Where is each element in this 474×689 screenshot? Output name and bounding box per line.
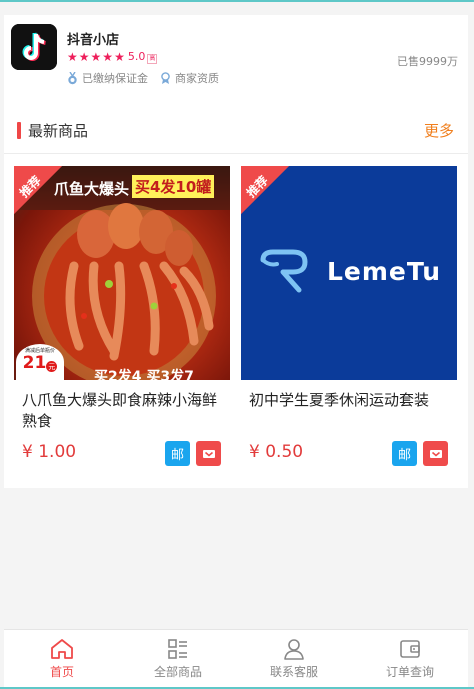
free-shipping-badge: 邮 (165, 441, 190, 466)
star-icon: ★ (102, 50, 114, 64)
recommend-label: 推荐 (16, 173, 44, 201)
product-card[interactable]: 爪鱼大爆头 买4发10罐 满减后单瓶价 21 元 买2发4 买3发7 推荐 八爪… (14, 166, 230, 476)
recommend-ribbon: 推荐 (241, 166, 305, 230)
product-card[interactable]: LemeTu 推荐 初中学生夏季休闲运动套装 ¥ 0.50 邮 (241, 166, 457, 476)
wallet-icon (400, 640, 420, 658)
price-badge-unit: 元 (46, 361, 58, 372)
deposit-label: 已缴纳保证金 (82, 72, 148, 85)
page: 抖音小店 ★ ★ ★ ★ ★ 5.0 高 已缴纳保证金 商家资质 已售9999万… (0, 2, 474, 687)
nav-item-home[interactable]: 首页 (4, 630, 120, 687)
image-bottom-text: 买2发4 买3发7 (94, 369, 194, 380)
nav-label: 订单查询 (385, 665, 434, 679)
product-title[interactable]: 初中学生夏季休闲运动套装 (249, 390, 453, 411)
star-icon: ★ (90, 50, 102, 64)
nav-item-all-products[interactable]: 全部商品 (120, 630, 236, 687)
section-title: 最新商品 (28, 122, 89, 140)
nav-label: 首页 (49, 665, 74, 679)
recommend-ribbon: 推荐 (14, 166, 78, 230)
star-icon: ★ (67, 50, 78, 64)
tiktok-logo-icon (11, 24, 57, 70)
nav-label: 联系客服 (269, 665, 318, 679)
price-badge-value: 21 (22, 353, 47, 373)
nav-item-customer-service[interactable]: 联系客服 (236, 630, 352, 687)
product-title[interactable]: 八爪鱼大爆头即食麻辣小海鲜熟食 (22, 390, 226, 432)
shop-name: 抖音小店 (67, 33, 120, 48)
qualification-label: 商家资质 (175, 72, 219, 85)
nav-item-order-query[interactable]: 订单查询 (352, 630, 468, 687)
product-image[interactable]: 爪鱼大爆头 买4发10罐 满减后单瓶价 21 元 买2发4 买3发7 推荐 (14, 166, 230, 380)
home-icon (51, 639, 73, 659)
nav-label: 全部商品 (153, 665, 202, 679)
qualification-badge[interactable]: 商家资质 (160, 70, 219, 86)
add-to-cart-button[interactable] (196, 441, 221, 466)
shop-badges: 已缴纳保证金 商家资质 (67, 70, 231, 86)
recommend-label: 推荐 (243, 173, 271, 201)
latest-products-header: 最新商品 更多 (4, 114, 468, 154)
add-to-cart-button[interactable] (423, 441, 448, 466)
shop-rating: ★ ★ ★ ★ ★ 5.0 高 (67, 50, 158, 64)
more-link[interactable]: 更多 (424, 120, 454, 141)
certificate-icon (161, 72, 170, 84)
sold-count: 已售9999万 (397, 55, 458, 68)
product-grid: 爪鱼大爆头 买4发10罐 满减后单瓶价 21 元 买2发4 买3发7 推荐 八爪… (4, 155, 468, 488)
bottom-nav: 首页 全部商品 联系客服 订单查询 (4, 629, 468, 687)
chevron-down-icon (429, 449, 442, 458)
grid-list-icon (168, 639, 187, 659)
rating-tag: 高 (147, 54, 158, 64)
price-badge: 满减后单瓶价 21 元 (16, 344, 64, 380)
user-icon (284, 639, 304, 660)
section-accent-bar (17, 122, 21, 139)
product-image[interactable]: LemeTu 推荐 (241, 166, 457, 380)
free-shipping-badge: 邮 (392, 441, 417, 466)
medal-icon (68, 71, 77, 84)
chevron-down-icon (202, 449, 215, 458)
star-icon: ★ (114, 50, 125, 64)
product-price: ¥ 0.50 (249, 442, 304, 462)
product-price: ¥ 1.00 (22, 442, 77, 462)
deposit-badge[interactable]: 已缴纳保证金 (67, 70, 148, 86)
brand-name: LemeTu (327, 257, 441, 286)
star-icon: ★ (78, 50, 90, 64)
rating-value: 5.0 (127, 50, 146, 63)
